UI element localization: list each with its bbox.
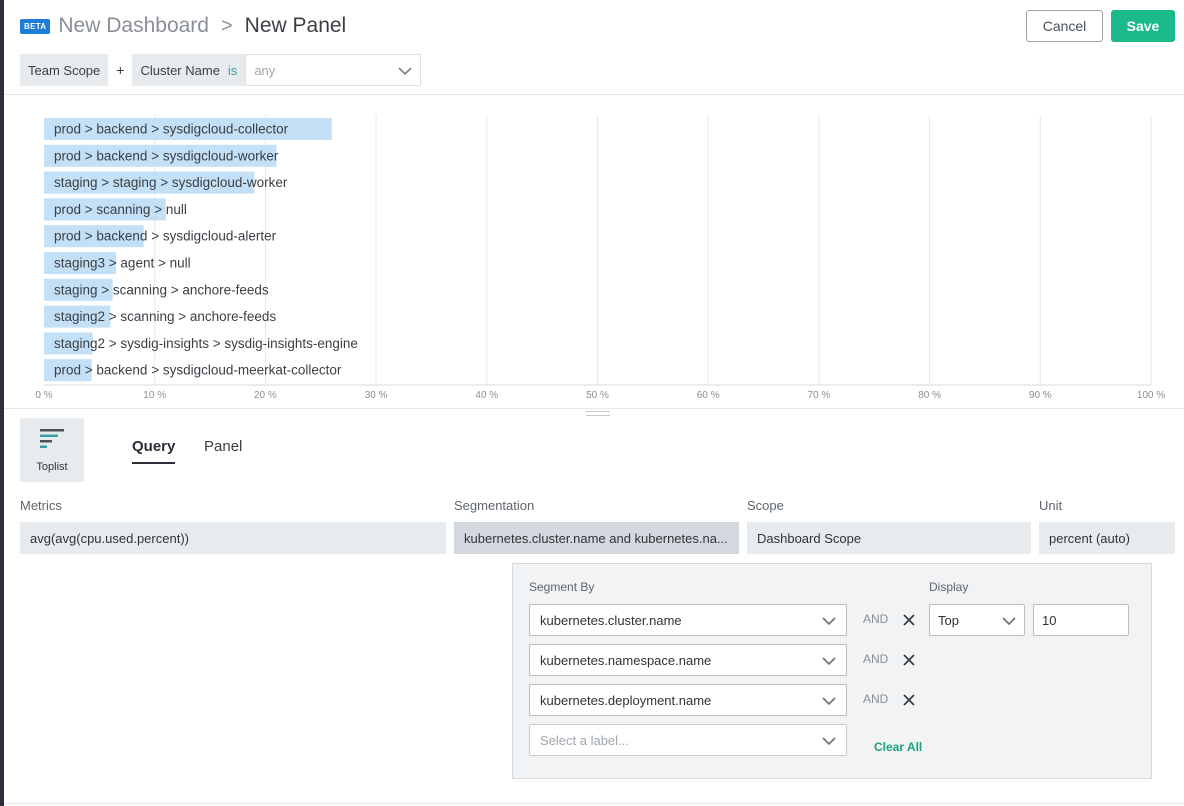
- x-tick-label: 40 %: [475, 390, 498, 401]
- display-label: Display: [929, 580, 969, 594]
- breadcrumb-dashboard[interactable]: New Dashboard: [58, 14, 209, 38]
- segment-value: kubernetes.deployment.name: [540, 692, 712, 708]
- x-tick-label: 10 %: [143, 390, 166, 401]
- add-scope-icon[interactable]: +: [116, 62, 124, 78]
- divider: [4, 408, 1184, 409]
- remove-segment-icon[interactable]: [901, 652, 917, 668]
- segment-by-popover: Segment By Display kubernetes.cluster.na…: [512, 563, 1152, 779]
- bar-label: staging > staging > sysdigcloud-worker: [54, 175, 288, 190]
- breadcrumb-separator: >: [220, 14, 233, 37]
- team-scope-chip[interactable]: Team Scope: [20, 54, 109, 86]
- segment-value: kubernetes.cluster.name: [540, 612, 682, 628]
- x-tick-label: 60 %: [697, 390, 720, 401]
- save-button[interactable]: Save: [1111, 10, 1175, 42]
- remove-segment-icon[interactable]: [901, 612, 917, 628]
- and-label: AND: [863, 692, 889, 706]
- tab-query[interactable]: Query: [132, 438, 176, 464]
- x-tick-label: 100 %: [1137, 390, 1165, 401]
- clear-all-link[interactable]: Clear All: [874, 740, 922, 754]
- chevron-down-icon: [822, 613, 836, 628]
- chevron-down-icon: [822, 693, 836, 708]
- bar-label: prod > backend > sysdigcloud-alerter: [54, 229, 277, 244]
- segment-value: kubernetes.namespace.name: [540, 652, 712, 668]
- and-label: AND: [863, 652, 889, 666]
- bar-label: prod > backend > sysdigcloud-worker: [54, 148, 279, 163]
- header: BETA New Dashboard > New Panel: [20, 10, 346, 42]
- x-tick-label: 50 %: [586, 390, 609, 401]
- x-tick-label: 80 %: [918, 390, 941, 401]
- bar-label: staging3 > agent > null: [54, 256, 191, 271]
- metrics-label: Metrics: [20, 498, 62, 513]
- bar-label: prod > scanning > null: [54, 202, 187, 217]
- segment-by-label: Segment By: [529, 580, 595, 594]
- segment-select-3[interactable]: kubernetes.deployment.name: [529, 684, 847, 716]
- x-tick-label: 20 %: [254, 390, 277, 401]
- beta-badge: BETA: [20, 18, 51, 34]
- chevron-down-icon: [398, 63, 412, 78]
- visualization-label: Toplist: [36, 460, 68, 473]
- x-tick-label: 90 %: [1029, 390, 1052, 401]
- display-mode-value: Top: [938, 612, 959, 628]
- bar-label: staging > scanning > anchore-feeds: [54, 282, 269, 297]
- toplist-chart: 0 % 10 % 20 % 30 % 40 % 50 % 60 % 70 % 80 % 90 % 1…: [0, 95, 1184, 409]
- bar-label: staging2 > scanning > anchore-feeds: [54, 309, 276, 324]
- chevron-down-icon: [1002, 613, 1016, 628]
- display-count-input[interactable]: [1033, 604, 1129, 636]
- remove-segment-icon[interactable]: [901, 692, 917, 708]
- unit-field[interactable]: percent (auto): [1039, 522, 1175, 554]
- bar-label: staging2 > sysdig-insights > sysdig-insi…: [54, 336, 358, 351]
- x-tick-label: 0 %: [35, 390, 52, 401]
- display-mode-select[interactable]: Top: [929, 604, 1025, 636]
- chevron-down-icon: [822, 653, 836, 668]
- bar-label: prod > backend > sysdigcloud-collector: [54, 122, 289, 137]
- x-tick-label: 70 %: [808, 390, 831, 401]
- scope-bar: Team Scope + Cluster Name is any: [20, 54, 422, 86]
- and-label: AND: [863, 612, 889, 626]
- cluster-name-filter[interactable]: Cluster Name is: [132, 54, 246, 86]
- scope-value-select[interactable]: any: [245, 54, 422, 86]
- segment-select-2[interactable]: kubernetes.namespace.name: [529, 644, 847, 676]
- resize-handle[interactable]: [586, 411, 610, 416]
- chart-svg: 0 % 10 % 20 % 30 % 40 % 50 % 60 % 70 % 80 % 90 % 1…: [35, 115, 1165, 401]
- segment-select-1[interactable]: kubernetes.cluster.name: [529, 604, 847, 636]
- select-label-placeholder: Select a label...: [540, 732, 629, 748]
- scope-label: Scope: [747, 498, 784, 513]
- cancel-button[interactable]: Cancel: [1026, 10, 1103, 42]
- add-segment-select[interactable]: Select a label...: [529, 724, 847, 756]
- filter-operator[interactable]: is: [228, 63, 237, 78]
- visualization-toplist-button[interactable]: Toplist: [20, 418, 84, 482]
- segmentation-label: Segmentation: [454, 498, 535, 513]
- unit-label: Unit: [1039, 498, 1063, 513]
- toplist-icon: [39, 428, 65, 455]
- divider: [4, 803, 1184, 804]
- filter-label: Cluster Name: [140, 62, 220, 78]
- metrics-field[interactable]: avg(avg(cpu.used.percent)): [20, 522, 446, 554]
- x-tick-label: 30 %: [365, 390, 388, 401]
- page-title: New Panel: [244, 14, 347, 37]
- tab-panel[interactable]: Panel: [204, 438, 242, 455]
- scope-field[interactable]: Dashboard Scope: [747, 522, 1031, 554]
- segmentation-field[interactable]: kubernetes.cluster.name and kubernetes.n…: [454, 522, 739, 554]
- chevron-down-icon: [822, 733, 836, 748]
- scope-value-placeholder: any: [254, 62, 276, 78]
- bar-label: prod > backend > sysdigcloud-meerkat-col…: [54, 363, 342, 378]
